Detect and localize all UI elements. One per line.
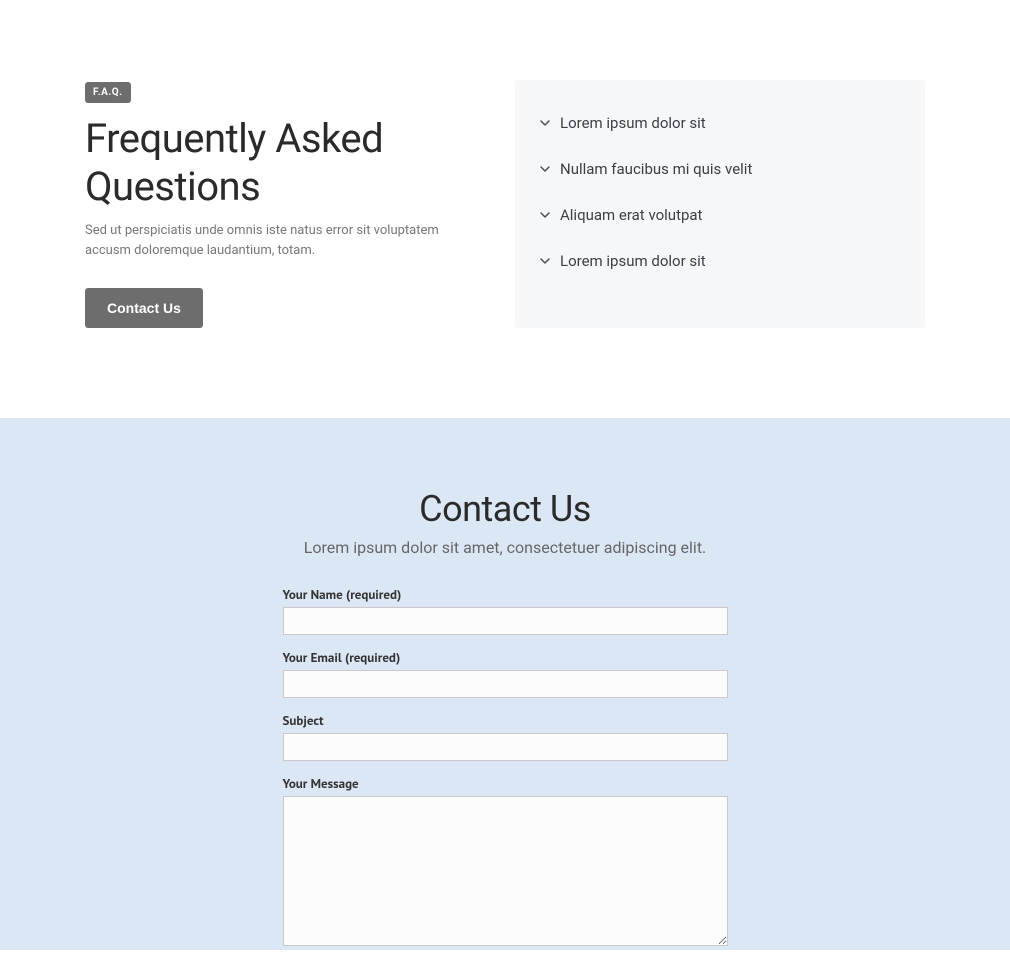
form-group-message: Your Message: [283, 775, 728, 950]
accordion-item[interactable]: Lorem ipsum dolor sit: [540, 238, 900, 284]
chevron-down-icon: [540, 164, 550, 174]
form-group-subject: Subject: [283, 712, 728, 761]
accordion-item[interactable]: Lorem ipsum dolor sit: [540, 100, 900, 146]
form-group-email: Your Email (required): [283, 649, 728, 698]
faq-badge: F.A.Q.: [85, 82, 131, 103]
chevron-down-icon: [540, 210, 550, 220]
email-label: Your Email (required): [283, 649, 728, 666]
faq-intro: F.A.Q. Frequently Asked Questions Sed ut…: [85, 80, 485, 328]
accordion-label: Aliquam erat volutpat: [560, 206, 702, 224]
accordion-label: Lorem ipsum dolor sit: [560, 114, 706, 132]
email-field[interactable]: [283, 670, 728, 698]
accordion-label: Lorem ipsum dolor sit: [560, 252, 706, 270]
contact-us-button[interactable]: Contact Us: [85, 288, 203, 328]
contact-inner: Contact Us Lorem ipsum dolor sit amet, c…: [283, 488, 728, 950]
faq-title: Frequently Asked Questions: [85, 115, 485, 211]
subject-field[interactable]: [283, 733, 728, 761]
form-group-name: Your Name (required): [283, 586, 728, 635]
message-label: Your Message: [283, 775, 728, 792]
subject-label: Subject: [283, 712, 728, 729]
contact-section: Contact Us Lorem ipsum dolor sit amet, c…: [0, 418, 1010, 950]
contact-subtitle: Lorem ipsum dolor sit amet, consectetuer…: [283, 536, 728, 560]
faq-subtitle: Sed ut perspiciatis unde omnis iste natu…: [85, 221, 485, 260]
contact-title: Contact Us: [283, 488, 728, 530]
name-field[interactable]: [283, 607, 728, 635]
message-field[interactable]: [283, 796, 728, 946]
name-label: Your Name (required): [283, 586, 728, 603]
chevron-down-icon: [540, 256, 550, 266]
accordion-label: Nullam faucibus mi quis velit: [560, 160, 752, 178]
accordion-item[interactable]: Nullam faucibus mi quis velit: [540, 146, 900, 192]
faq-section: F.A.Q. Frequently Asked Questions Sed ut…: [0, 0, 1010, 418]
chevron-down-icon: [540, 118, 550, 128]
accordion-item[interactable]: Aliquam erat volutpat: [540, 192, 900, 238]
faq-accordion: Lorem ipsum dolor sit Nullam faucibus mi…: [515, 80, 925, 328]
